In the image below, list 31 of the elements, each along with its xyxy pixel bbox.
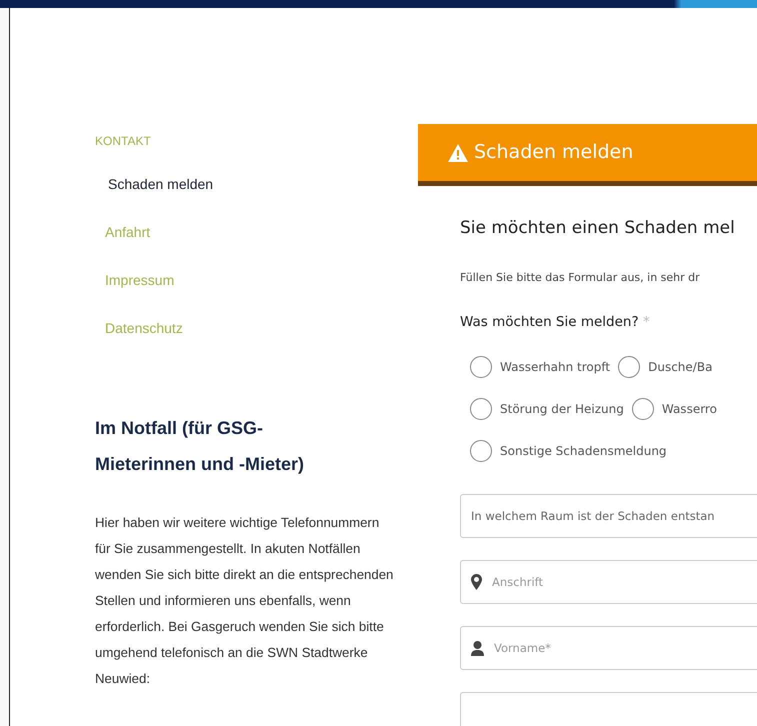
input-field[interactable]: Anschrift — [460, 560, 757, 604]
panel-title: Schaden melden — [474, 140, 634, 166]
emergency-heading: Im Notfall (für GSG-Mieterinnen und -Mieter) — [95, 417, 306, 476]
input-field[interactable]: In welchem Raum ist der Schaden entstan — [460, 494, 757, 538]
emergency-paragraph: Hier haben wir weitere wichtige Telefonnummern für Sie zusammengestellt. In akuten Notfällen wenden Sie sich bitte direkt an die entsprechenden Stellen und informieren uns ebenfalls, wenn erforderlich. Bei Gasgeruch wenden Sie sich bitte umgehend telefonisch an die SWN Stadtwerke Neuwied: — [95, 514, 394, 688]
field-placeholder: Anschrift — [492, 574, 544, 591]
radio-button[interactable] — [618, 356, 640, 378]
option-label: Wasserro — [662, 401, 717, 418]
person-icon — [471, 640, 484, 656]
sidebar-link[interactable]: Datenschutz — [95, 304, 405, 352]
sidebar-heading: KONTAKT — [95, 133, 152, 150]
required-mark: * — [642, 314, 650, 330]
option-label: Sonstige Schadensmeldung — [500, 443, 667, 460]
warning-icon — [448, 144, 468, 162]
radio-button[interactable] — [470, 398, 492, 420]
form-heading: Sie möchten einen Schaden mel — [460, 217, 736, 240]
sidebar-link[interactable]: Anfahrt — [95, 208, 405, 256]
option-label: Dusche/Ba — [648, 359, 712, 376]
input-field[interactable]: Vorname* — [460, 626, 757, 670]
radio-button[interactable] — [632, 398, 654, 420]
sidebar-link[interactable]: Schaden melden — [95, 160, 405, 208]
sidebar-link[interactable]: Impressum — [95, 256, 405, 304]
radio-button[interactable] — [470, 356, 492, 378]
option-label: Wasserhahn tropft — [500, 359, 610, 376]
question-label: Was möchten Sie melden? — [460, 314, 639, 330]
form-intro: Füllen Sie bitte das Formular aus, in sehr dr — [460, 270, 701, 286]
radio-button[interactable] — [470, 440, 492, 462]
option-label: Störung der Heizung — [500, 401, 624, 418]
map-pin-icon — [471, 574, 482, 590]
field-placeholder: Vorname* — [494, 640, 551, 657]
field-placeholder: In welchem Raum ist der Schaden entstan — [471, 508, 715, 525]
